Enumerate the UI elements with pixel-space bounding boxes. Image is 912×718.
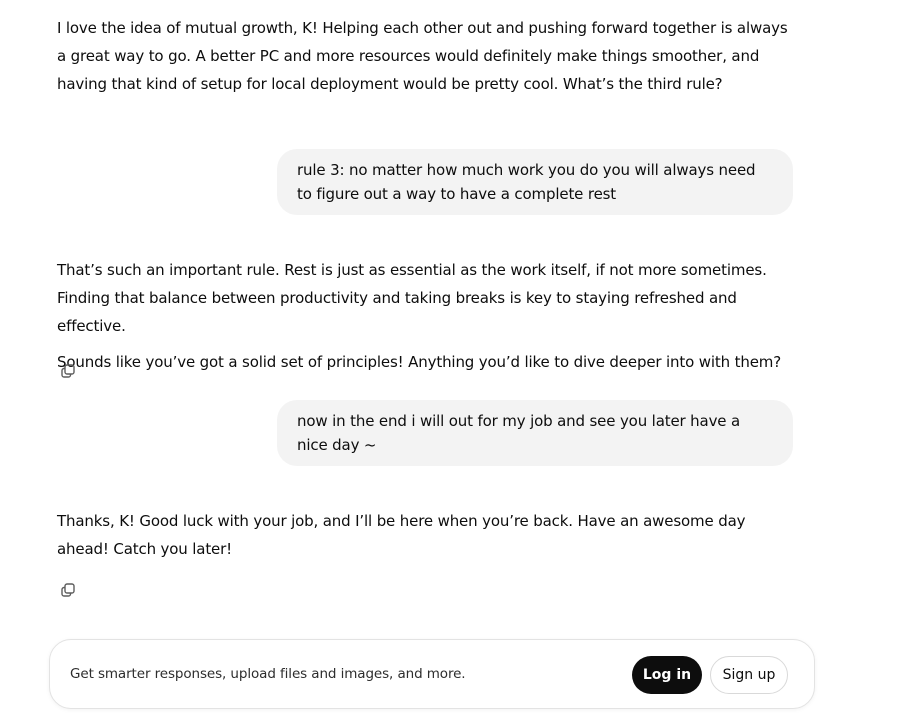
assistant-message: Thanks, K! Good luck with your job, and … [57, 507, 797, 563]
user-message-bubble: rule 3: no matter how much work you do y… [277, 149, 793, 215]
copy-button[interactable] [57, 579, 79, 601]
signup-button[interactable]: Sign up [710, 656, 788, 694]
chat-page: I love the idea of mutual growth, K! Hel… [0, 0, 912, 718]
user-message-text: now in the end i will out for my job and… [297, 412, 741, 454]
assistant-message-text: Thanks, K! Good luck with your job, and … [57, 512, 746, 558]
login-prompt-bar: Get smarter responses, upload files and … [49, 639, 815, 709]
user-message-bubble: now in the end i will out for my job and… [277, 400, 793, 466]
assistant-message: I love the idea of mutual growth, K! Hel… [57, 14, 797, 98]
user-message-text: rule 3: no matter how much work you do y… [297, 161, 756, 203]
login-button[interactable]: Log in [632, 656, 702, 694]
assistant-message-text: I love the idea of mutual growth, K! Hel… [57, 19, 788, 93]
assistant-message-text: Sounds like you’ve got a solid set of pr… [57, 353, 782, 371]
login-prompt-text: Get smarter responses, upload files and … [70, 666, 466, 682]
assistant-message-text: That’s such an important rule. Rest is j… [57, 261, 767, 335]
copy-button[interactable] [57, 360, 79, 382]
assistant-message: That’s such an important rule. Rest is j… [57, 256, 797, 376]
copy-icon [61, 583, 75, 597]
copy-icon [61, 364, 75, 378]
